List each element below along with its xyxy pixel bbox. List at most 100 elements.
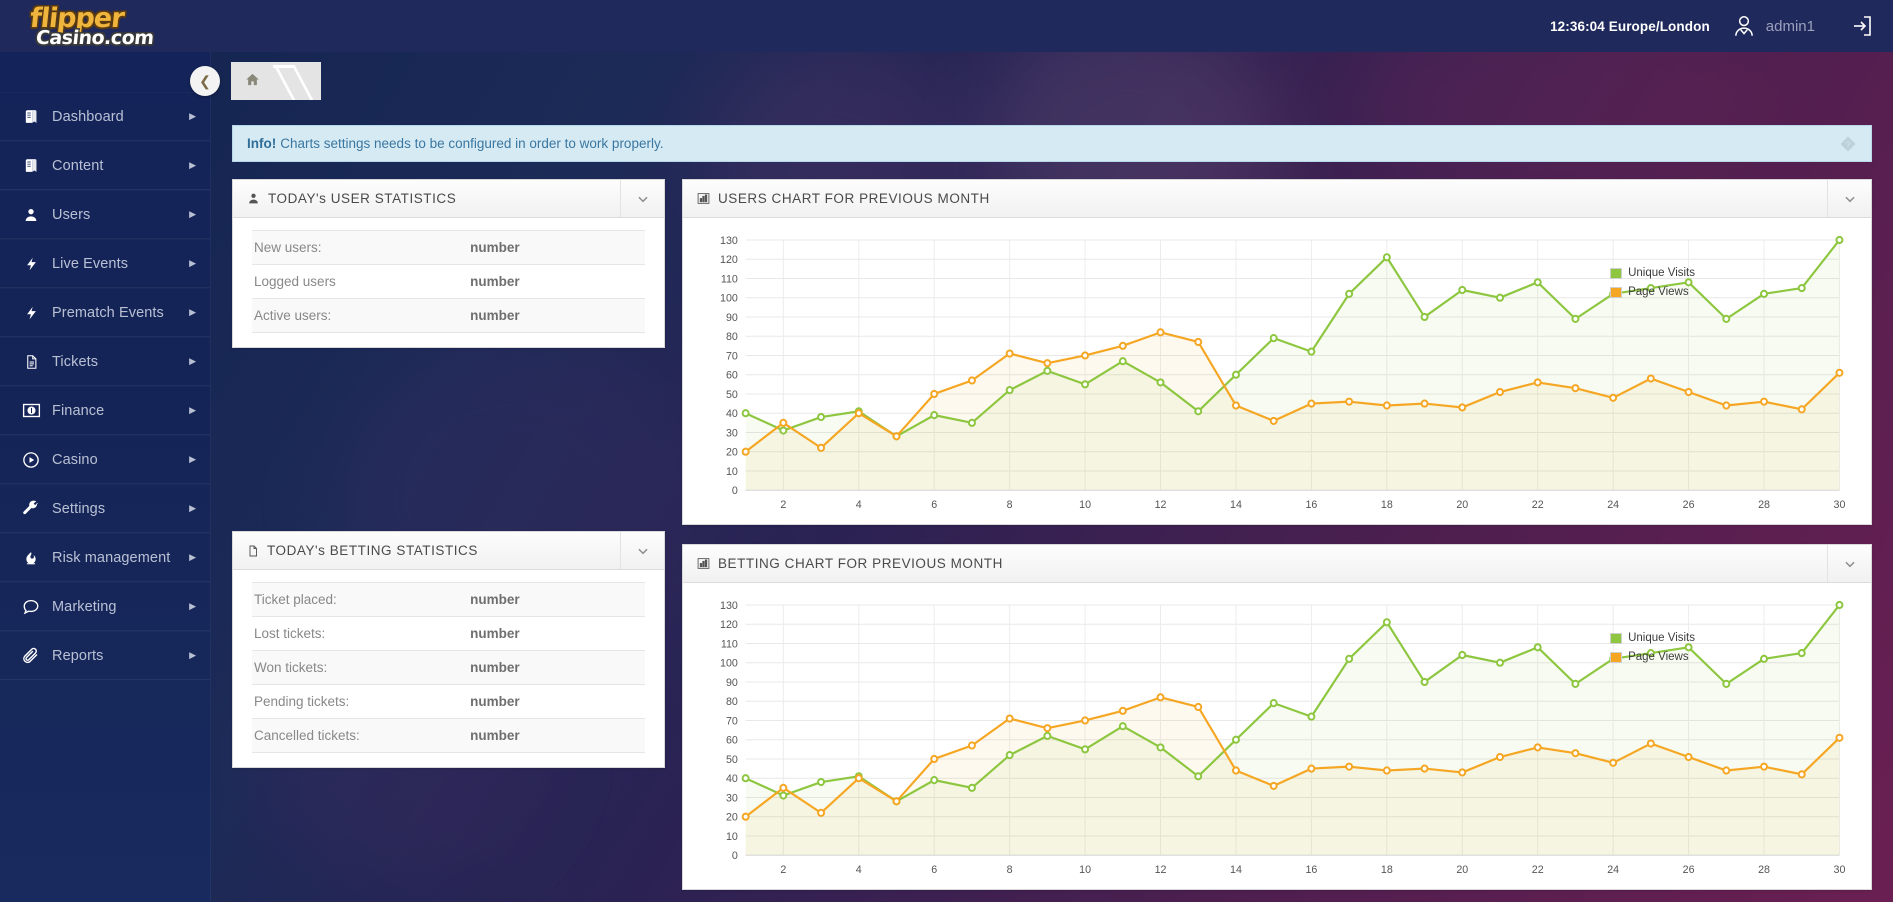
stat-label: Logged users	[252, 265, 468, 299]
panel-title: TODAY's USER STATISTICS	[268, 191, 456, 206]
sidebar-item-prematch-events[interactable]: Prematch Events ▶	[0, 288, 210, 337]
stat-value: number	[468, 583, 645, 617]
sidebar-item-tickets[interactable]: Tickets ▶	[0, 337, 210, 386]
sidebar-item-label: Settings	[52, 501, 189, 517]
panel-collapse-toggle[interactable]	[1827, 180, 1871, 217]
panel-collapse-toggle[interactable]	[1827, 545, 1871, 582]
svg-text:0: 0	[732, 485, 738, 497]
stat-value: number	[468, 265, 645, 299]
user-icon	[247, 192, 260, 205]
user-avatar-icon[interactable]	[1730, 12, 1758, 40]
svg-text:26: 26	[1683, 499, 1695, 511]
svg-text:24: 24	[1607, 864, 1619, 876]
svg-text:22: 22	[1532, 864, 1544, 876]
svg-text:20: 20	[726, 447, 738, 459]
sidebar-item-content[interactable]: Content ▶	[0, 141, 210, 190]
legend-item: Unique Visits	[1610, 264, 1695, 283]
svg-text:20: 20	[1456, 864, 1468, 876]
panel-betting-chart: BETTING CHART FOR PREVIOUS MONTH 0102030…	[682, 544, 1872, 890]
breadcrumb	[231, 62, 321, 100]
svg-text:18: 18	[1381, 499, 1393, 511]
legend-item: Page Views	[1610, 648, 1695, 667]
sidebar-item-finance[interactable]: Finance ▶	[0, 386, 210, 435]
chevron-right-icon: ▶	[189, 111, 196, 122]
svg-text:30: 30	[726, 427, 738, 439]
svg-text:120: 120	[720, 619, 738, 631]
svg-text:18: 18	[1381, 864, 1393, 876]
sidebar-item-settings[interactable]: Settings ▶	[0, 484, 210, 533]
user-icon	[10, 207, 52, 223]
svg-text:130: 130	[720, 600, 738, 612]
svg-text:70: 70	[726, 350, 738, 362]
sidebar-collapse-button[interactable]: ❮	[190, 66, 220, 96]
sidebar-item-users[interactable]: Users ▶	[0, 190, 210, 239]
sidebar-item-casino[interactable]: Casino ▶	[0, 435, 210, 484]
svg-text:30: 30	[1834, 864, 1846, 876]
clock-timezone: 12:36:04 Europe/London	[1550, 19, 1710, 34]
svg-text:80: 80	[726, 696, 738, 708]
svg-text:6: 6	[931, 864, 937, 876]
book-icon	[10, 157, 52, 174]
panel-header: USERS CHART FOR PREVIOUS MONTH	[683, 180, 1871, 218]
main-content: Info! Charts settings needs to be config…	[211, 110, 1893, 902]
stat-value: number	[468, 719, 645, 753]
question-diamond-icon[interactable]: ?	[1839, 135, 1857, 153]
panel-title: BETTING CHART FOR PREVIOUS MONTH	[718, 556, 1003, 571]
alert-text: Charts settings needs to be configured i…	[280, 136, 663, 151]
svg-text:26: 26	[1683, 864, 1695, 876]
info-alert: Info! Charts settings needs to be config…	[232, 125, 1872, 162]
sidebar-item-label: Content	[52, 158, 189, 174]
svg-text:60: 60	[726, 370, 738, 382]
logout-icon[interactable]	[1849, 12, 1875, 40]
sidebar-item-live-events[interactable]: Live Events ▶	[0, 239, 210, 288]
sidebar-item-label: Dashboard	[52, 109, 189, 125]
right-column: USERS CHART FOR PREVIOUS MONTH 010203040…	[682, 179, 1872, 902]
svg-text:60: 60	[726, 735, 738, 747]
svg-text:110: 110	[721, 273, 738, 285]
stat-value: number	[468, 685, 645, 719]
panel-users-chart: USERS CHART FOR PREVIOUS MONTH 010203040…	[682, 179, 1872, 525]
sidebar-item-risk-management[interactable]: Risk management ▶	[0, 533, 210, 582]
legend-item: Unique Visits	[1610, 629, 1695, 648]
stat-label: Active users:	[252, 299, 468, 333]
legend-swatch-unique-visits	[1610, 633, 1622, 644]
paperclip-icon	[10, 647, 52, 665]
stat-value: number	[468, 299, 645, 333]
stat-label: Won tickets:	[252, 651, 468, 685]
svg-text:12: 12	[1155, 864, 1167, 876]
brand-logo[interactable]: flipper Casino.com	[30, 5, 154, 48]
bolt-icon	[10, 304, 52, 322]
breadcrumb-home-button[interactable]	[231, 62, 273, 100]
panel-collapse-toggle[interactable]	[620, 532, 664, 569]
legend-swatch-page-views	[1610, 287, 1622, 298]
chart-area-betting[interactable]: 0102030405060708090100110120130246810121…	[683, 583, 1871, 889]
chevron-right-icon: ▶	[189, 454, 196, 465]
svg-text:50: 50	[726, 754, 738, 766]
username-label[interactable]: admin1	[1766, 18, 1815, 35]
svg-text:90: 90	[726, 677, 738, 689]
brand-logo-line2: Casino.com	[35, 29, 154, 48]
svg-text:30: 30	[726, 792, 738, 804]
sidebar-item-reports[interactable]: Reports ▶	[0, 631, 210, 680]
bolt-icon	[10, 255, 52, 273]
svg-text:4: 4	[856, 499, 862, 511]
panel-collapse-toggle[interactable]	[620, 180, 664, 217]
sidebar-item-label: Casino	[52, 452, 189, 468]
stat-label: Ticket placed:	[252, 583, 468, 617]
svg-text:120: 120	[720, 254, 738, 266]
sidebar-item-marketing[interactable]: Marketing ▶	[0, 582, 210, 631]
chevron-right-icon: ▶	[189, 258, 196, 269]
chevron-right-icon: ▶	[189, 356, 196, 367]
svg-text:14: 14	[1230, 864, 1242, 876]
sidebar-item-dashboard[interactable]: Dashboard ▶	[0, 92, 210, 141]
svg-text:80: 80	[726, 331, 738, 343]
home-icon	[245, 72, 260, 91]
book-icon	[10, 108, 52, 125]
chart-legend: Unique Visits Page Views	[1610, 629, 1695, 667]
chevron-right-icon: ▶	[189, 552, 196, 563]
svg-text:2: 2	[780, 864, 786, 876]
chart-area-users[interactable]: 0102030405060708090100110120130246810121…	[683, 218, 1871, 524]
table-row: Won tickets: number	[252, 651, 645, 685]
svg-text:40: 40	[726, 408, 738, 420]
svg-text:70: 70	[726, 715, 738, 727]
